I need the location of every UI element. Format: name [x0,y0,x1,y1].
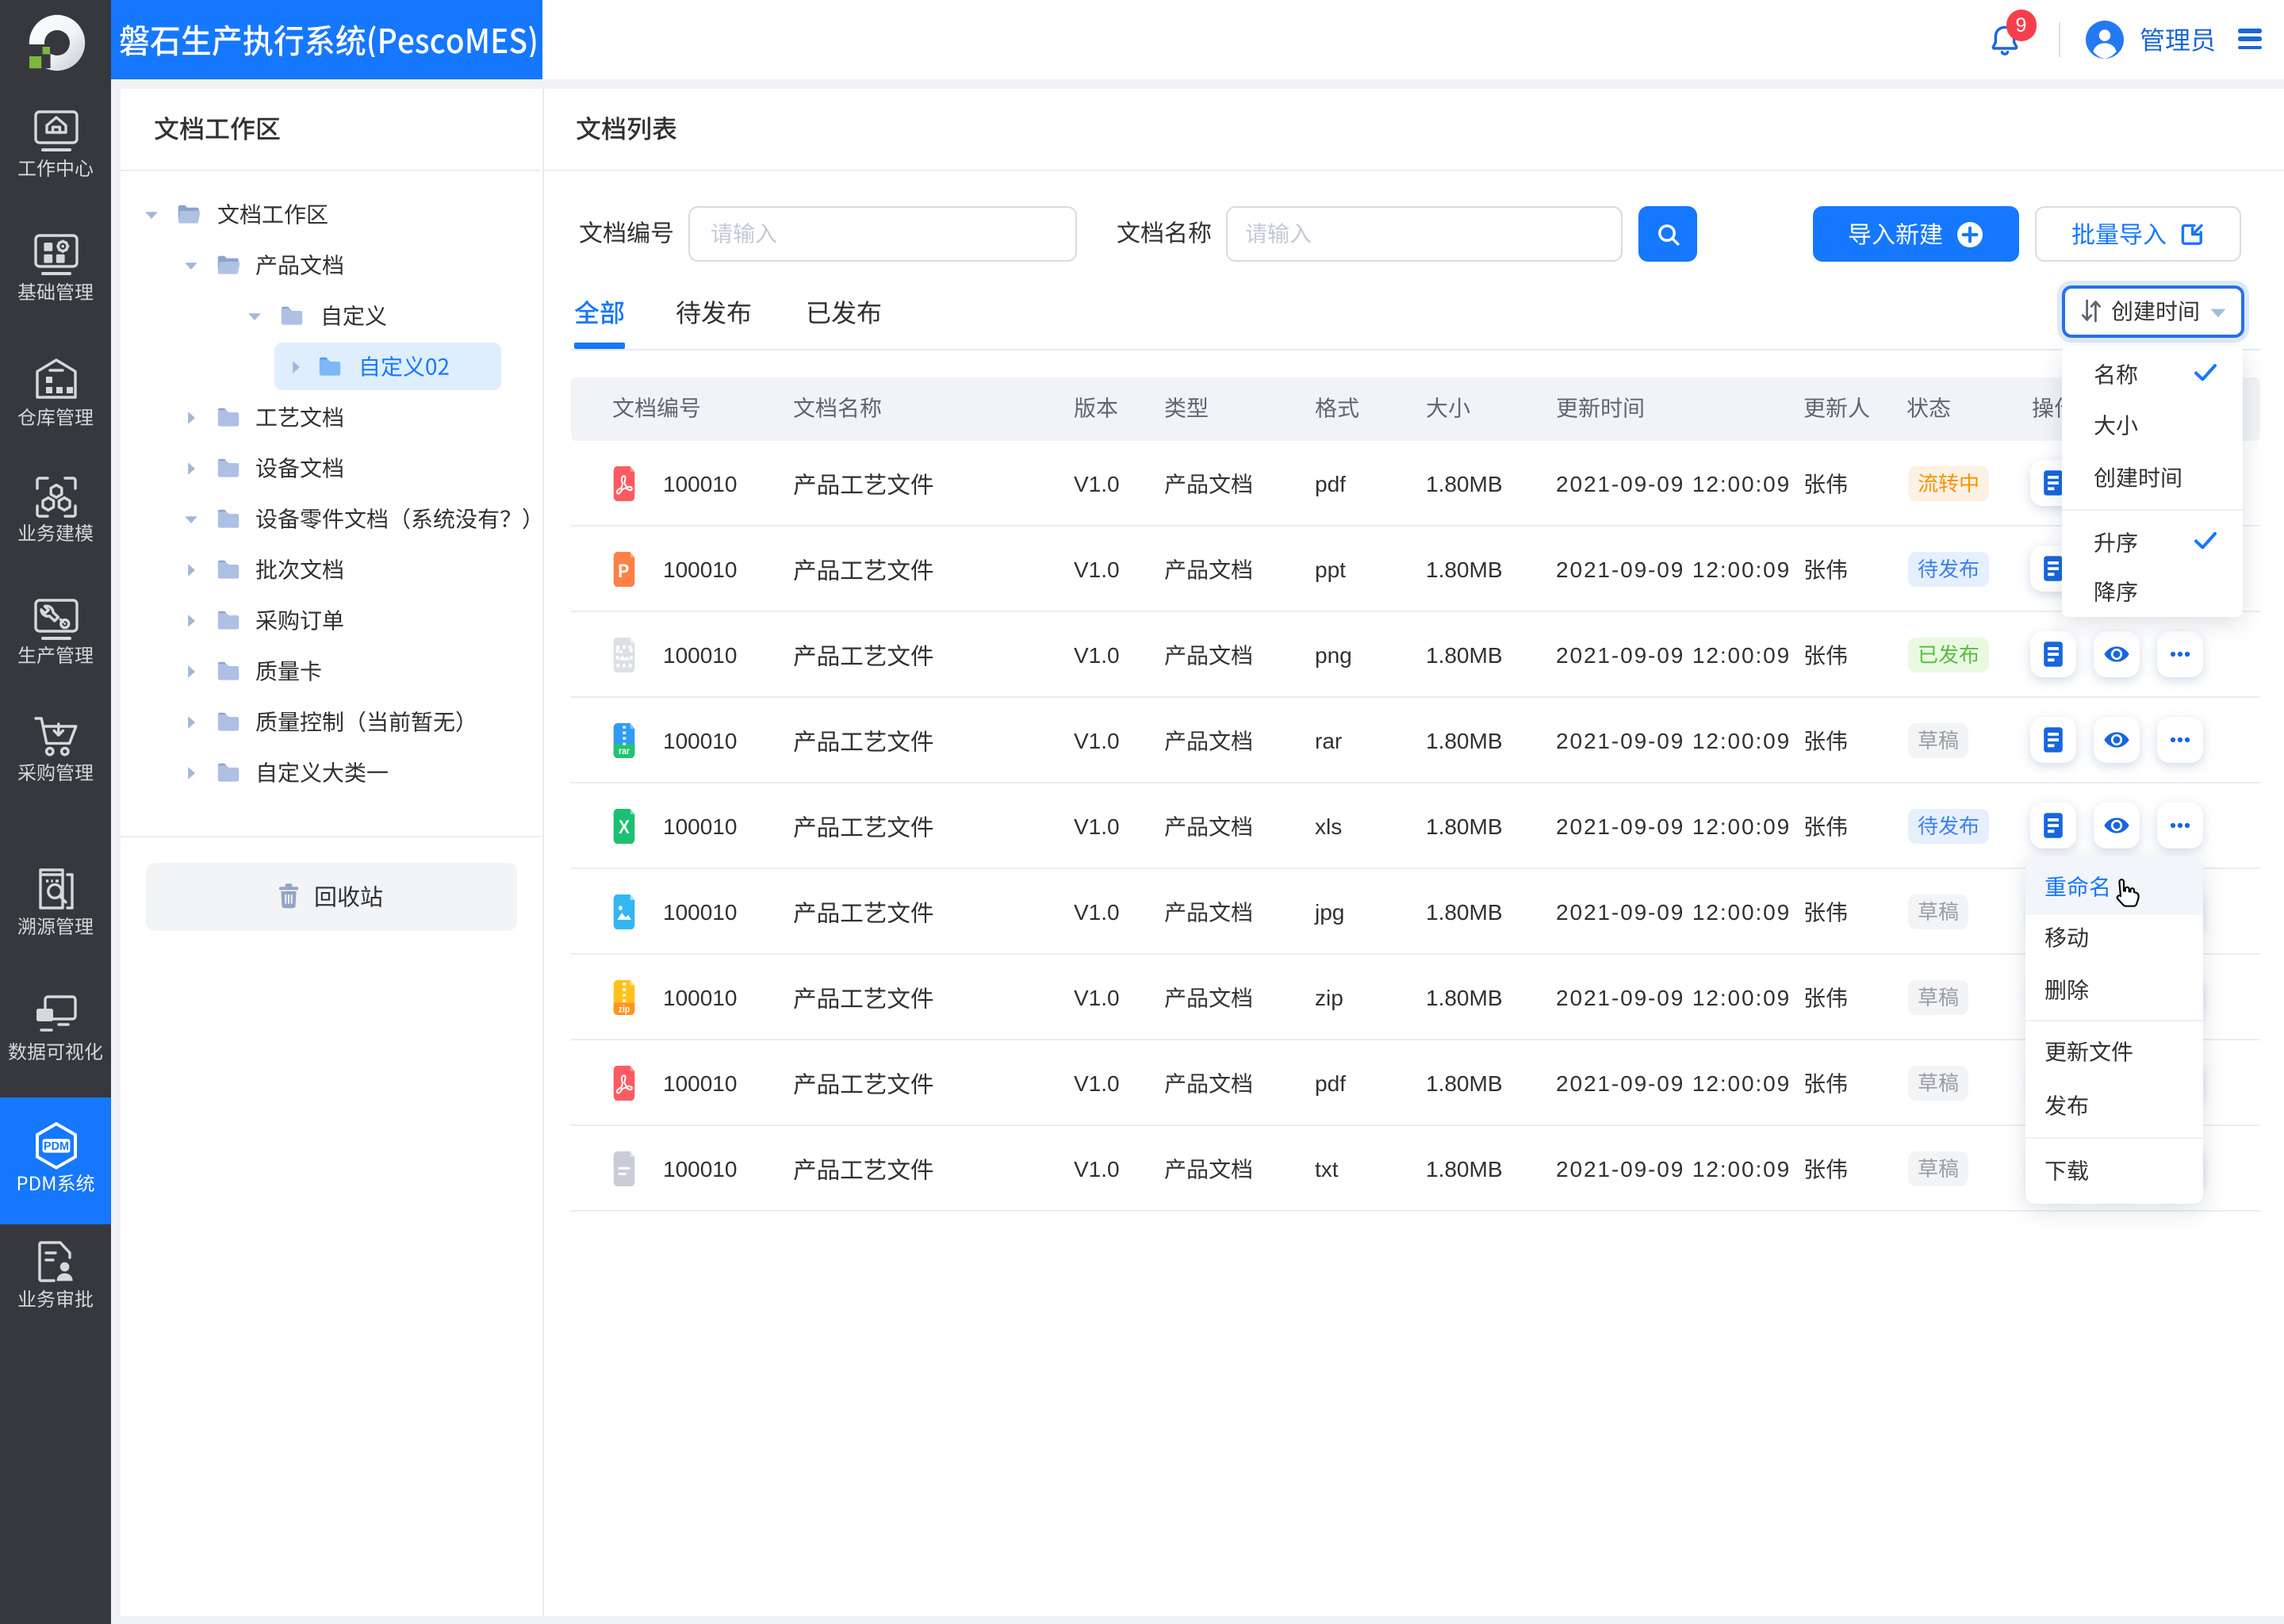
svg-text:PDM: PDM [43,1140,68,1153]
svg-text:P: P [618,560,629,581]
svg-text:zip: zip [619,1004,630,1014]
svg-text:rar: rar [619,746,630,756]
svg-text:X: X [619,816,630,837]
